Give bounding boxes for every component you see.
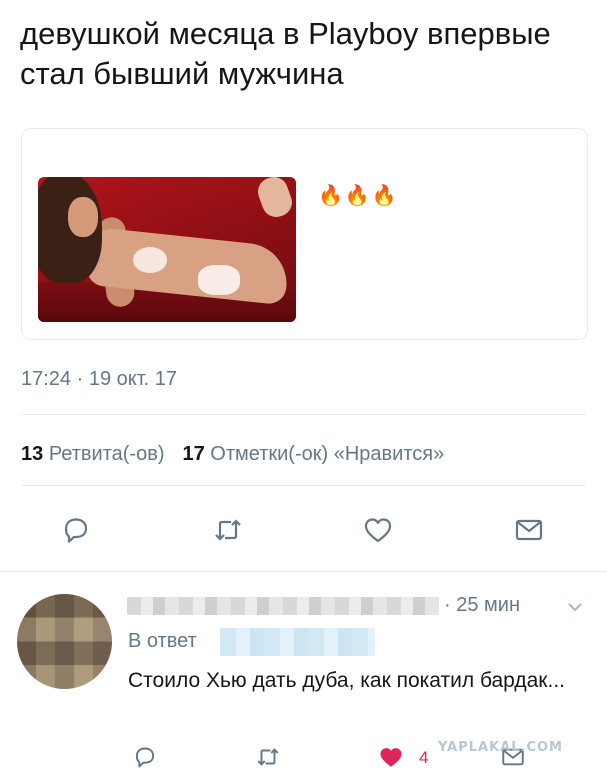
divider-top [21, 414, 586, 415]
reply-text: Стоило Хью дать дуба, как покатил бардак… [128, 669, 565, 692]
reply-time[interactable]: · 25 мин [444, 594, 520, 617]
retweet-label: Ретвита(-ов) [48, 443, 165, 465]
divider-mid [21, 485, 586, 486]
tweet-stats: 13 Ретвита(-ов) 17 Отметки(-ок) «Нравится… [21, 443, 444, 466]
avatar[interactable] [17, 594, 112, 689]
retweet-icon[interactable] [212, 514, 244, 546]
reply-to-label: В ответ [128, 630, 197, 652]
like-count: 17 [182, 443, 205, 465]
tweet-timestamp[interactable]: 17:24 · 19 окт. 17 [21, 368, 177, 391]
reply-icon[interactable] [60, 514, 92, 546]
retweet-icon[interactable] [255, 744, 281, 770]
message-icon[interactable] [513, 514, 545, 546]
reply-tweet[interactable]: · 25 мин В ответ Стоило Хью дать дуба, к… [0, 572, 607, 779]
fire-emoji: 🔥🔥🔥 [318, 185, 399, 207]
like-icon[interactable] [362, 514, 394, 546]
media-card[interactable]: 🔥🔥🔥 [21, 128, 588, 340]
tweet-text: девушкой месяца в Playboy впервые стал б… [20, 16, 551, 91]
reply-icon[interactable] [132, 744, 158, 770]
watermark: YAPLAKAL.COM [438, 740, 563, 755]
card-photo[interactable] [38, 177, 296, 322]
like-stat[interactable]: 17 Отметки(-ок) «Нравится» [182, 443, 444, 465]
retweet-stat[interactable]: 13 Ретвита(-ов) [21, 443, 164, 465]
chevron-down-icon[interactable] [566, 600, 584, 614]
heart-filled-icon[interactable] [378, 744, 404, 770]
reply-to-handle[interactable] [220, 628, 375, 656]
reply-like-count: 4 [419, 748, 429, 767]
retweet-count: 13 [21, 443, 44, 465]
like-label: Отметки(-ок) «Нравится» [210, 443, 445, 465]
tweet-actions [0, 513, 607, 549]
reply-author-name[interactable] [127, 597, 439, 615]
